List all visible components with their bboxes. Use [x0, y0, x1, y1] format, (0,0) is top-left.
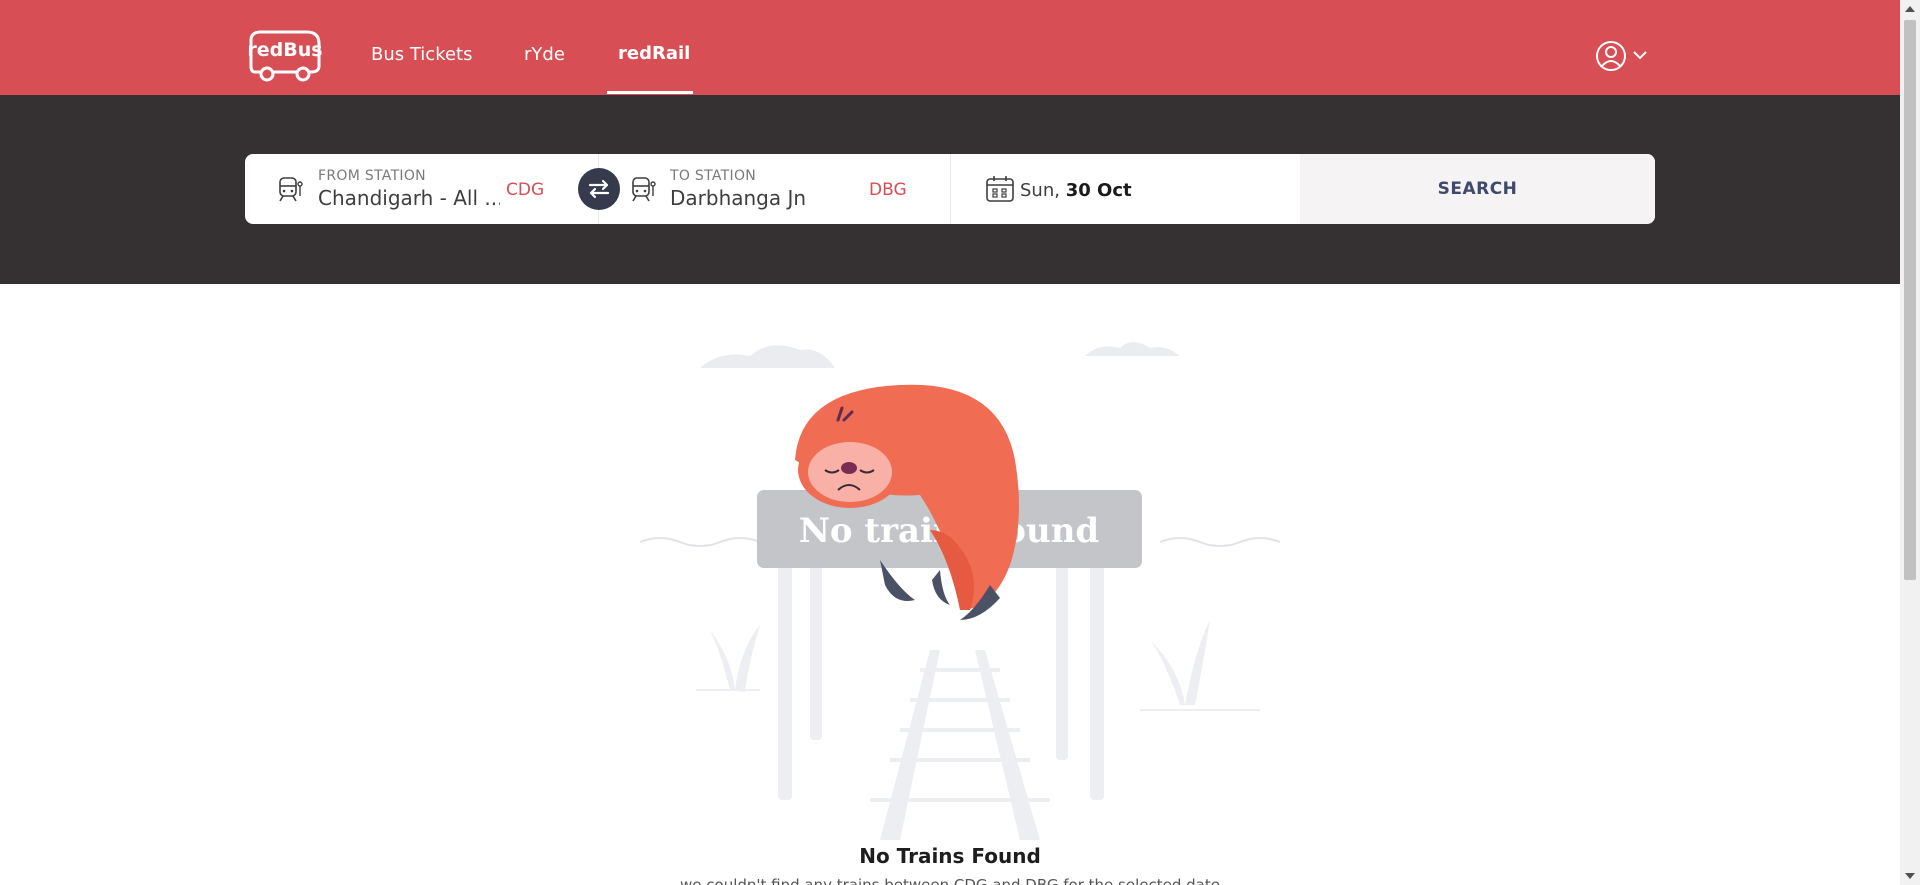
cloud-shape: [700, 345, 835, 368]
to-station-field[interactable]: TO STATION Darbhanga Jn DBG: [620, 154, 960, 224]
no-trains-title: No Trains Found: [859, 844, 1041, 868]
from-station-code: CDG: [506, 180, 545, 200]
journey-date-value: Sun, 30 Oct: [1020, 180, 1132, 201]
to-station-code: DBG: [869, 180, 907, 200]
scrollbar-thumb[interactable]: [1904, 20, 1916, 580]
redbus-logo[interactable]: redBus: [245, 28, 325, 84]
journey-day: Sun,: [1020, 180, 1060, 201]
top-nav-bar: redBus Bus Tickets rYde redRail: [0, 0, 1900, 95]
nav-redrail[interactable]: redRail: [618, 43, 690, 64]
swap-stations-button[interactable]: [578, 168, 620, 210]
journey-date: 30 Oct: [1065, 180, 1132, 201]
from-station-field[interactable]: FROM STATION Chandigarh - All ... CDG: [245, 154, 578, 224]
scroll-down-arrow-icon[interactable]: [1905, 873, 1915, 879]
nav-active-underline: [607, 91, 693, 94]
to-station-label: TO STATION: [670, 168, 757, 184]
search-button[interactable]: SEARCH: [1300, 154, 1655, 224]
swap-arrows-icon: [588, 179, 610, 199]
account-menu[interactable]: [1594, 38, 1656, 74]
page-scrollbar[interactable]: [1900, 0, 1920, 885]
train-icon: [279, 177, 303, 202]
train-search-form: FROM STATION Chandigarh - All ... CDG TO…: [245, 154, 1655, 224]
nav-ryde[interactable]: rYde: [524, 44, 565, 65]
to-station-value: Darbhanga Jn: [670, 186, 807, 210]
scroll-up-arrow-icon[interactable]: [1905, 6, 1915, 12]
no-trains-subtitle: we couldn't find any trains between CDG …: [680, 876, 1220, 885]
from-station-label: FROM STATION: [318, 168, 426, 184]
from-station-value: Chandigarh - All ...: [318, 186, 500, 210]
calendar-icon: [986, 176, 1014, 202]
train-icon: [632, 177, 656, 202]
nav-bus-tickets[interactable]: Bus Tickets: [371, 44, 473, 65]
cloud-shape: [1085, 342, 1180, 356]
user-circle-icon: [1596, 41, 1647, 71]
no-trains-illustration: No trains found: [639, 342, 1281, 840]
chevron-down-icon: [1633, 51, 1647, 60]
svg-text:redBus: redBus: [247, 39, 322, 61]
